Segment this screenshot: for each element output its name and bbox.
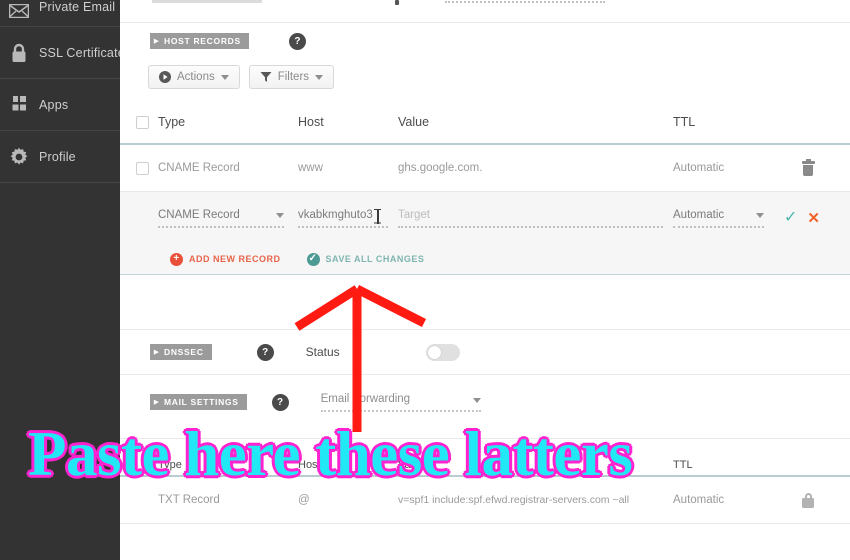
chevron-down-icon [472,397,481,403]
top-stub-dot [395,0,399,5]
filter-icon [260,72,272,82]
plus-circle-icon: + [170,252,183,266]
add-new-record-label: ADD NEW RECORD [189,254,281,264]
lock-icon [802,492,815,508]
chevron-down-icon [220,74,229,80]
cell-type: CNAME Record [158,162,240,174]
column-header-ttl: TTL [673,115,696,129]
type-select[interactable]: CNAME Record [158,209,298,228]
cell-ttl: Automatic [673,162,725,174]
help-icon-mail-settings[interactable]: ? [271,393,289,411]
value-input[interactable]: Target [398,209,673,228]
cell-type: TXT Record [158,494,220,506]
dnssec-section: DNSSEC ? Status [120,330,850,374]
add-new-record-button[interactable]: + ADD NEW RECORD [170,252,281,266]
column-header-type: Type [158,115,186,129]
help-icon-host-records[interactable]: ? [288,32,306,50]
row-checkbox[interactable] [120,161,158,175]
record-actions-bar: + ADD NEW RECORD ✓ SAVE ALL CHANGES [120,244,850,274]
play-circle-icon [159,71,171,83]
sidebar-item-apps[interactable]: Apps [0,79,120,131]
sidebar-item-label: Private Email [39,0,116,14]
save-all-changes-button[interactable]: ✓ SAVE ALL CHANGES [306,252,425,266]
type-select-value: CNAME Record [158,208,240,221]
cell-host: @ [298,494,310,506]
top-stub-dotted-field [445,1,605,3]
filters-button-label: Filters [277,71,310,83]
apps-grid-icon [8,94,30,116]
mail-settings-section: MAIL SETTINGS ? Email Forwarding [120,382,850,422]
column-header-host: Host [298,115,324,129]
mail-settings-select-value: Email Forwarding [320,392,411,405]
sidebar-filler [0,219,120,560]
envelope-icon [8,0,30,22]
screenshot-root: Private Email SSL Certificates Apps Prof… [0,0,850,560]
text-cursor-icon [374,208,381,224]
top-partial-row [120,0,850,22]
divider [120,523,850,524]
dnssec-status-toggle[interactable] [425,343,460,361]
value-input-placeholder: Target [398,208,430,221]
actions-button-label: Actions [177,71,215,83]
chevron-down-icon [276,212,284,218]
sidebar-item-profile[interactable]: Profile [0,131,120,183]
check-icon[interactable]: ✓ [784,210,797,226]
trash-icon[interactable] [801,158,815,176]
annotation-text-label: Paste here these latters [26,418,634,491]
x-icon[interactable]: ✕ [807,211,820,226]
sidebar-item-ssl-certificates[interactable]: SSL Certificates [0,27,131,79]
cell-value: ghs.google.com. [398,162,483,174]
annotation-text: Paste here these latters [26,418,828,491]
table-row: CNAME Record www ghs.google.com. Automat… [120,145,850,191]
top-stub-line [152,0,262,3]
column-header-value: Value [398,115,430,129]
table-header-row: Type Host Value TTL [120,101,850,143]
host-records-toolbar: Actions Filters [120,65,850,89]
cell-host: www [298,162,323,174]
cell-value: v=spf1 include:spf.efwd.registrar-server… [398,494,630,506]
sidebar-item-label: Apps [39,97,69,112]
check-circle-icon: ✓ [306,252,320,266]
mail-settings-section-tag[interactable]: MAIL SETTINGS [150,394,247,410]
save-all-changes-label: SAVE ALL CHANGES [325,254,425,264]
select-all-checkbox[interactable] [120,115,158,129]
help-icon-dnssec[interactable]: ? [256,343,274,361]
host-records-table: Type Host Value TTL CNAME Record www ghs… [120,101,850,275]
sidebar-item-private-email[interactable]: Private Email [0,0,120,27]
host-records-header: HOST RECORDS ? [120,23,850,59]
chevron-down-icon [756,212,764,218]
sidebar-item-label: SSL Certificates [39,45,132,60]
edit-record-row: CNAME Record vkabkmghuto3 Target Automat… [120,192,850,244]
dnssec-status-label: Status [305,345,340,359]
cell-ttl: Automatic [673,494,725,506]
actions-button[interactable]: Actions [148,65,240,89]
host-input[interactable]: vkabkmghuto3 [298,208,398,228]
filters-button[interactable]: Filters [248,65,335,89]
sidebar-item-label: Profile [39,149,76,164]
chevron-down-icon [315,74,324,80]
dnssec-section-tag[interactable]: DNSSEC [150,344,212,360]
mail-settings-select[interactable]: Email Forwarding [320,392,481,412]
host-records-section-tag[interactable]: HOST RECORDS [150,33,249,49]
gear-icon [8,146,30,168]
ttl-select-value: Automatic [673,208,725,221]
ttl-select[interactable]: Automatic [673,209,778,228]
lock-icon [8,42,30,64]
